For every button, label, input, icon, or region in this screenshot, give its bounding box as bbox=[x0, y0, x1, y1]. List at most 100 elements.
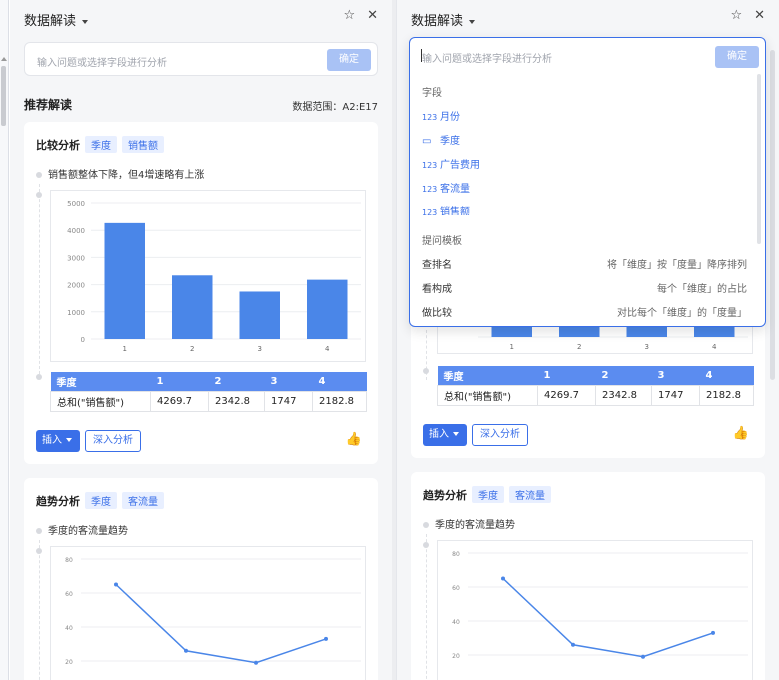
template-name: 查排名 bbox=[422, 260, 452, 271]
tag-sales[interactable]: 销售额 bbox=[122, 136, 164, 153]
panel-title[interactable]: 数据解读 bbox=[24, 10, 89, 29]
deep-analysis-button[interactable]: 深入分析 bbox=[472, 424, 528, 446]
timeline-line bbox=[39, 184, 40, 374]
thumbs-up-icon[interactable]: 👍 bbox=[733, 426, 749, 441]
bullet-dot bbox=[36, 548, 42, 554]
calendar-icon: ▭ bbox=[422, 136, 432, 147]
table-cell: 2342.8 bbox=[595, 385, 652, 406]
field-item-traffic[interactable]: 123 客流量 bbox=[422, 180, 470, 195]
table-row: 总和("销售额") 4269.7 2342.8 1747 2182.8 bbox=[50, 391, 367, 412]
field-label: 季度 bbox=[440, 136, 460, 147]
x-tick-label: 2 bbox=[577, 343, 581, 351]
chevron-down-icon bbox=[469, 19, 476, 24]
section-title: 推荐解读 bbox=[24, 98, 73, 112]
table-header-cell: 3 bbox=[264, 372, 313, 392]
number-type-icon: 123 bbox=[422, 161, 438, 170]
template-desc: 对比每个「维度」的「度量」 bbox=[617, 308, 747, 319]
bullet-dot bbox=[423, 522, 429, 528]
template-name: 做比较 bbox=[422, 308, 452, 319]
field-item-sales[interactable]: 123 销售额 bbox=[422, 203, 470, 215]
tag-quarter[interactable]: 季度 bbox=[85, 492, 117, 509]
data-point bbox=[641, 654, 645, 659]
confirm-button[interactable]: 确定 bbox=[327, 49, 371, 71]
left-scrollbar[interactable] bbox=[1, 66, 6, 126]
insight-text: 销售额整体下降，但4增速略有上涨 bbox=[36, 166, 204, 181]
tag-quarter[interactable]: 季度 bbox=[472, 486, 504, 503]
table-header-cell: 2 bbox=[595, 366, 652, 386]
y-tick-label: 4000 bbox=[67, 227, 85, 235]
pin-icon[interactable]: ☆ bbox=[343, 8, 355, 23]
bar bbox=[172, 275, 213, 339]
question-input[interactable]: 输入问题或选择字段进行分析 确定 bbox=[410, 38, 765, 74]
tag-traffic[interactable]: 客流量 bbox=[122, 492, 164, 509]
question-input[interactable]: 输入问题或选择字段进行分析 确定 bbox=[24, 42, 378, 76]
insight-text-content: 销售额整体下降，但4增速略有上涨 bbox=[48, 170, 205, 181]
deep-analysis-button[interactable]: 深入分析 bbox=[85, 430, 141, 452]
x-tick-label: 4 bbox=[712, 343, 717, 351]
comparison-analysis-card: 比较分析 季度 销售额 销售额整体下降，但4增速略有上涨 0 1000 2000 3000… bbox=[24, 122, 378, 464]
x-tick-label: 3 bbox=[258, 345, 262, 353]
x-tick-label: 1 bbox=[123, 345, 127, 353]
template-item-rank[interactable]: 查排名 将「维度」按「度量」降序排列 bbox=[422, 256, 747, 271]
tag-traffic[interactable]: 客流量 bbox=[509, 486, 551, 503]
field-item-quarter[interactable]: ▭ 季度 bbox=[422, 132, 460, 147]
table-cell: 总和("销售额") bbox=[437, 385, 538, 406]
y-tick-label: 60 bbox=[65, 591, 73, 598]
panel-title[interactable]: 数据解读 bbox=[411, 10, 476, 29]
insight-text-content: 季度的客流量趋势 bbox=[48, 526, 128, 537]
left-window-edge bbox=[0, 0, 9, 680]
close-icon[interactable]: ✕ bbox=[367, 8, 378, 23]
panel-header: 数据解读 ☆ ✕ bbox=[397, 0, 779, 36]
insert-button[interactable]: 插入 bbox=[423, 424, 467, 446]
timeline-line bbox=[426, 534, 427, 680]
y-tick-label: 20 bbox=[452, 653, 460, 660]
chevron-down-icon bbox=[453, 432, 459, 436]
data-point bbox=[711, 630, 715, 635]
pin-icon[interactable]: ☆ bbox=[730, 8, 742, 23]
number-type-icon: 123 bbox=[422, 185, 438, 194]
chevron-down-icon bbox=[66, 438, 72, 442]
thumbs-up-icon[interactable]: 👍 bbox=[346, 432, 362, 447]
card-title: 趋势分析 季度 客流量 bbox=[423, 486, 551, 503]
bar bbox=[239, 291, 280, 339]
line-chart: 20 40 60 80 bbox=[437, 540, 753, 680]
card-title: 比较分析 季度 销售额 bbox=[36, 136, 164, 153]
table-cell: 总和("销售额") bbox=[50, 391, 151, 412]
chevron-down-icon bbox=[82, 19, 89, 24]
panel-scrollbar[interactable] bbox=[770, 50, 775, 380]
field-label: 广告费用 bbox=[440, 160, 480, 171]
table-header-cell: 1 bbox=[537, 366, 596, 386]
bar-chart: 0 1000 2000 3000 4000 5000 1 2 3 4 bbox=[50, 190, 366, 362]
tag-quarter[interactable]: 季度 bbox=[85, 136, 117, 153]
bullet-dot bbox=[36, 172, 42, 178]
insert-button-label: 插入 bbox=[42, 435, 62, 446]
template-item-compare[interactable]: 做比较 对比每个「维度」的「度量」 bbox=[422, 304, 747, 319]
table-cell: 2342.8 bbox=[208, 391, 265, 412]
series-line bbox=[502, 577, 714, 658]
field-item-ad-cost[interactable]: 123 广告费用 bbox=[422, 156, 480, 171]
confirm-button[interactable]: 确定 bbox=[715, 46, 759, 68]
y-tick-label: 40 bbox=[452, 619, 460, 626]
scroll-up-arrow-icon[interactable] bbox=[1, 57, 7, 61]
bar bbox=[104, 222, 145, 339]
template-desc: 每个「维度」的占比 bbox=[657, 284, 747, 295]
table-cell: 2182.8 bbox=[312, 391, 367, 412]
field-label: 月份 bbox=[440, 112, 460, 123]
close-icon[interactable]: ✕ bbox=[754, 8, 765, 23]
summary-table: 季度 1 2 3 4 总和("销售额") 4269.7 2342.8 1747 … bbox=[50, 372, 367, 412]
y-tick-label: 0 bbox=[81, 336, 85, 344]
template-item-composition[interactable]: 看构成 每个「维度」的占比 bbox=[422, 280, 747, 295]
table-header-cell: 1 bbox=[150, 372, 209, 392]
card-title-text: 趋势分析 bbox=[36, 495, 80, 508]
insert-button[interactable]: 插入 bbox=[36, 430, 80, 452]
line-chart-svg: 20 40 60 80 bbox=[452, 551, 748, 660]
dropdown-scrollbar[interactable] bbox=[757, 74, 761, 244]
field-item-month[interactable]: 123 月份 bbox=[422, 108, 460, 123]
table-cell: 1747 bbox=[264, 391, 313, 412]
x-tick-label: 4 bbox=[325, 345, 330, 353]
summary-table: 季度 1 2 3 4 总和("销售额") 4269.7 2342.8 1747 … bbox=[437, 366, 754, 406]
data-point bbox=[324, 636, 328, 641]
x-tick-label: 2 bbox=[190, 345, 194, 353]
table-header-cell: 4 bbox=[699, 366, 754, 386]
number-type-icon: 123 bbox=[422, 208, 438, 215]
